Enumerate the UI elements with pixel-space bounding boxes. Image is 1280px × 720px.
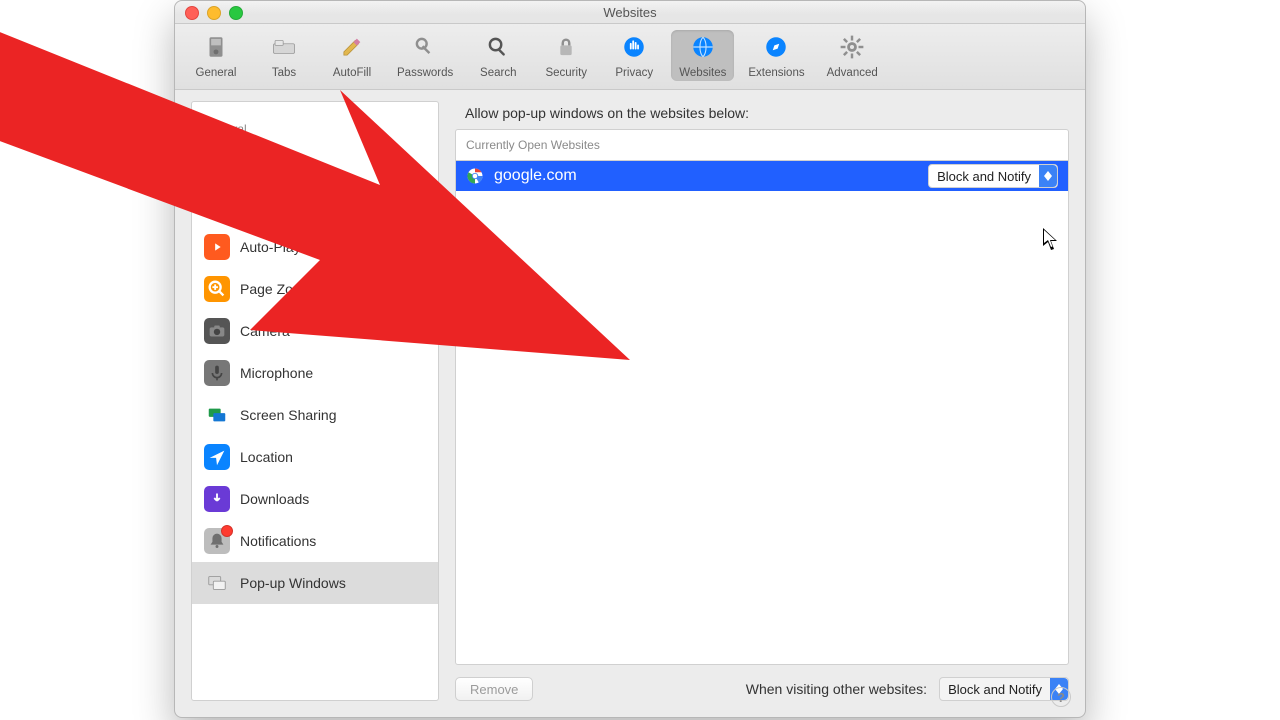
row-policy-popup[interactable]: Block and Notify xyxy=(928,164,1058,188)
preferences-toolbar: General Tabs AutoFill Passwords xyxy=(175,24,1085,90)
tab-advanced-label: Advanced xyxy=(827,67,878,79)
sidebar-item-popup-windows[interactable]: Pop-up Windows xyxy=(192,562,438,604)
tab-tabs[interactable]: Tabs xyxy=(253,30,315,81)
minimize-window-button[interactable] xyxy=(207,6,221,20)
tab-passwords-label: Passwords xyxy=(397,67,453,79)
camera-icon xyxy=(204,318,230,344)
sidebar-item-page-zoom[interactable]: Page Zoom xyxy=(192,268,438,310)
hand-icon xyxy=(621,34,647,63)
sidebar-item-label: Page Zoom xyxy=(240,281,312,297)
main-heading: Allow pop-up windows on the websites bel… xyxy=(465,105,1059,121)
sidebar-item-notifications[interactable]: Notifications xyxy=(192,520,438,562)
sidebar-group-header: General xyxy=(192,102,438,142)
other-websites-label: When visiting other websites: xyxy=(746,681,927,697)
sidebar-item-label: Content Blockers xyxy=(240,197,347,213)
sidebar-item-autoplay[interactable]: Auto-Play xyxy=(192,226,438,268)
close-window-button[interactable] xyxy=(185,6,199,20)
tab-privacy-label: Privacy xyxy=(615,67,653,79)
no-entry-icon xyxy=(204,192,230,218)
sidebar-item-label: Pop-up Windows xyxy=(240,575,346,591)
zoom-icon xyxy=(204,276,230,302)
tab-passwords[interactable]: Passwords xyxy=(389,30,461,81)
sidebar-list: Reader Content Blockers Auto-Play Page Z… xyxy=(192,142,438,610)
general-icon xyxy=(203,34,229,63)
microphone-icon xyxy=(204,360,230,386)
windows-icon xyxy=(204,570,230,596)
tab-search[interactable]: Search xyxy=(467,30,529,81)
bottom-bar: Remove When visiting other websites: Blo… xyxy=(455,677,1069,701)
tab-autofill-label: AutoFill xyxy=(333,67,371,79)
reader-icon xyxy=(204,150,230,176)
location-icon xyxy=(204,444,230,470)
screens-icon xyxy=(204,402,230,428)
notification-badge-icon xyxy=(221,525,233,537)
window-title: Websites xyxy=(603,5,656,20)
tab-tabs-label: Tabs xyxy=(272,67,296,79)
compass-icon xyxy=(763,34,789,63)
sidebar-item-content-blockers[interactable]: Content Blockers xyxy=(192,184,438,226)
tab-search-label: Search xyxy=(480,67,516,79)
sidebar-item-label: Location xyxy=(240,449,293,465)
sidebar-item-label: Auto-Play xyxy=(240,239,301,255)
search-icon xyxy=(485,34,511,63)
sidebar-item-label: Screen Sharing xyxy=(240,407,337,423)
sidebar-item-label: Downloads xyxy=(240,491,309,507)
websites-list[interactable]: Currently Open Websites google.com Block… xyxy=(455,129,1069,665)
sidebar-item-microphone[interactable]: Microphone xyxy=(192,352,438,394)
tab-general-label: General xyxy=(196,67,237,79)
website-row-label: google.com xyxy=(494,167,918,185)
tab-security-label: Security xyxy=(545,67,587,79)
currently-open-header: Currently Open Websites xyxy=(456,130,1068,161)
favicon-google-icon xyxy=(466,167,484,185)
category-sidebar[interactable]: General Reader Content Blockers Auto-Pla… xyxy=(191,101,439,701)
tab-privacy[interactable]: Privacy xyxy=(603,30,665,81)
sidebar-item-camera[interactable]: Camera xyxy=(192,310,438,352)
globe-icon xyxy=(690,34,716,63)
row-policy-value: Block and Notify xyxy=(929,169,1039,184)
zoom-window-button[interactable] xyxy=(229,6,243,20)
remove-button[interactable]: Remove xyxy=(455,677,533,701)
traffic-lights xyxy=(185,6,243,20)
tab-extensions[interactable]: Extensions xyxy=(740,30,812,81)
main-pane: Allow pop-up windows on the websites bel… xyxy=(455,101,1069,701)
tab-general[interactable]: General xyxy=(185,30,247,81)
sidebar-item-label: Reader xyxy=(240,155,286,171)
tab-autofill[interactable]: AutoFill xyxy=(321,30,383,81)
sidebar-item-screen-sharing[interactable]: Screen Sharing xyxy=(192,394,438,436)
pencil-icon xyxy=(339,34,365,63)
sidebar-item-label: Camera xyxy=(240,323,290,339)
sidebar-item-label: Microphone xyxy=(240,365,313,381)
sidebar-item-downloads[interactable]: Downloads xyxy=(192,478,438,520)
sidebar-item-reader[interactable]: Reader xyxy=(192,142,438,184)
downloads-icon xyxy=(204,486,230,512)
tab-extensions-label: Extensions xyxy=(748,67,804,79)
default-policy-value: Block and Notify xyxy=(940,682,1050,697)
bell-icon xyxy=(204,528,230,554)
titlebar: Websites xyxy=(175,1,1085,24)
help-button[interactable]: ? xyxy=(1051,687,1071,707)
chevron-updown-icon xyxy=(1039,165,1057,187)
default-policy-popup[interactable]: Block and Notify xyxy=(939,677,1069,701)
lock-icon xyxy=(553,34,579,63)
play-icon xyxy=(204,234,230,260)
sidebar-item-location[interactable]: Location xyxy=(192,436,438,478)
preferences-window: Websites General Tabs AutoFill xyxy=(174,0,1086,718)
sidebar-item-label: Notifications xyxy=(240,533,316,549)
tab-websites-label: Websites xyxy=(679,67,726,79)
key-icon xyxy=(412,34,438,63)
tab-advanced[interactable]: Advanced xyxy=(819,30,886,81)
tabs-icon xyxy=(271,34,297,63)
website-row[interactable]: google.com Block and Notify xyxy=(456,161,1068,191)
tab-security[interactable]: Security xyxy=(535,30,597,81)
gear-icon xyxy=(839,34,865,63)
content-area: General Reader Content Blockers Auto-Pla… xyxy=(191,101,1069,701)
tab-websites[interactable]: Websites xyxy=(671,30,734,81)
